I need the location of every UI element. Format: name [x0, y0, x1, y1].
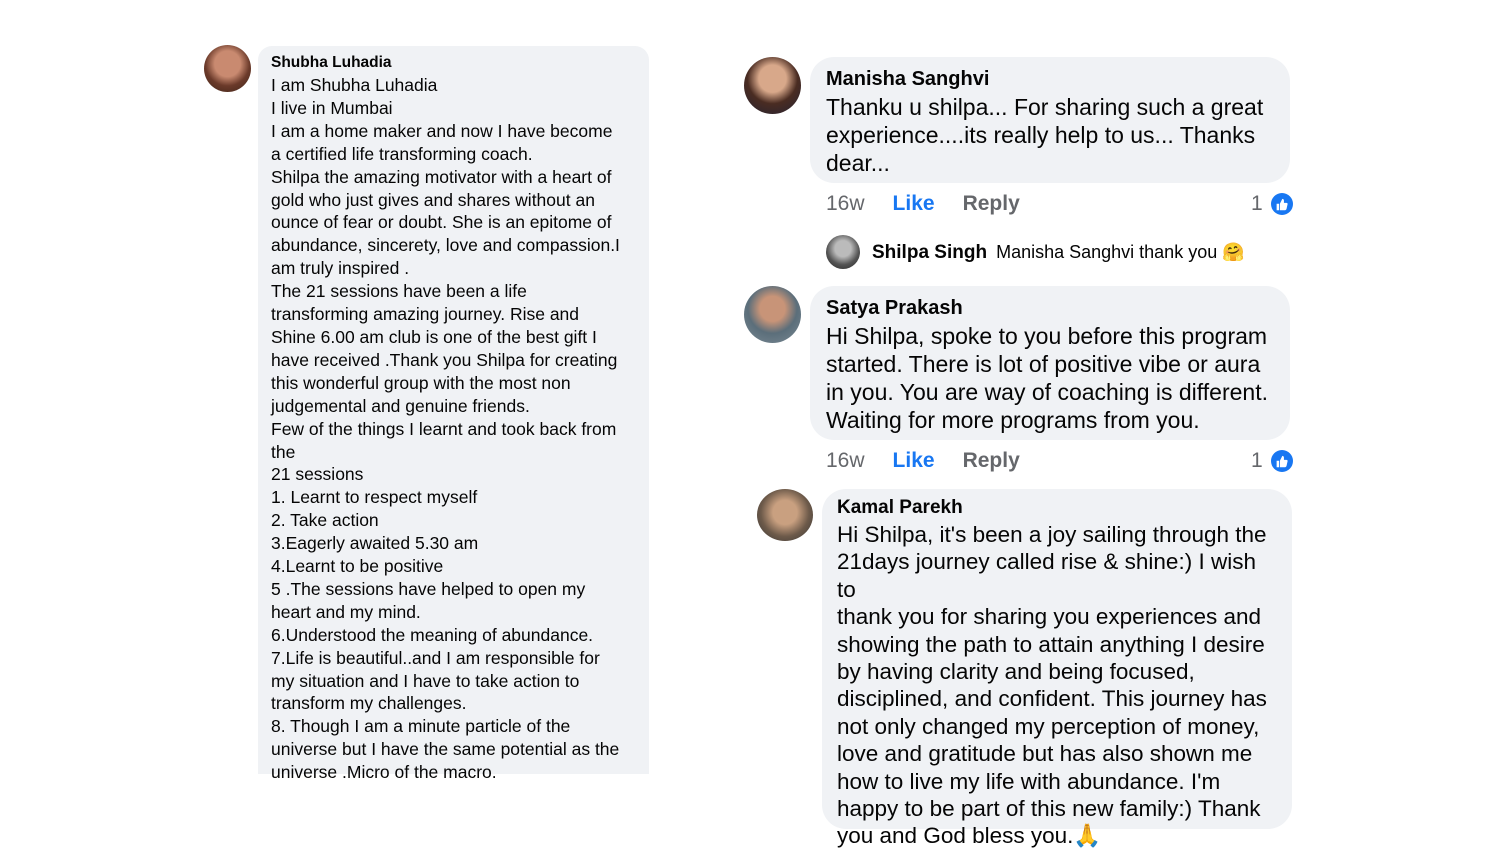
comment-text: I am Shubha Luhadia I live in Mumbai I a… — [271, 75, 620, 783]
avatar-satya[interactable] — [744, 286, 801, 343]
reply-button[interactable]: Reply — [963, 192, 1020, 216]
comment-author[interactable]: Satya Prakash — [826, 294, 1274, 322]
reaction-number: 1 — [1251, 192, 1263, 215]
thumbs-up-icon — [1270, 450, 1293, 472]
like-button[interactable]: Like — [893, 192, 935, 216]
comment-text: Hi Shilpa, spoke to you before this prog… — [826, 323, 1268, 433]
comment-bubble-manisha: Manisha Sanghvi Thanku u shilpa... For s… — [810, 57, 1290, 183]
comment-text: Hi Shilpa, it's been a joy sailing throu… — [837, 522, 1267, 849]
reaction-count-satya[interactable]: 1 — [1251, 449, 1293, 473]
reply-author[interactable]: Shilpa Singh — [872, 242, 987, 263]
comment-author[interactable]: Kamal Parekh — [837, 495, 1277, 521]
avatar-shubha[interactable] — [204, 45, 251, 92]
reaction-number: 1 — [1251, 449, 1263, 472]
comment-bubble-shubha: Shubha Luhadia I am Shubha Luhadia I liv… — [258, 46, 649, 782]
avatar-manisha[interactable] — [744, 57, 801, 114]
comment-timestamp[interactable]: 16w — [826, 449, 865, 473]
avatar-shilpa[interactable] — [826, 235, 860, 269]
comment-actions-manisha: 16w Like Reply — [826, 192, 1020, 216]
comment-bubble-kamal: Kamal Parekh Hi Shilpa, it's been a joy … — [822, 489, 1292, 848]
thumbs-up-icon — [1270, 193, 1293, 215]
reaction-count-manisha[interactable]: 1 — [1251, 192, 1293, 216]
comment-actions-satya: 16w Like Reply — [826, 449, 1020, 473]
comment-author[interactable]: Manisha Sanghvi — [826, 65, 1274, 93]
reply-button[interactable]: Reply — [963, 449, 1020, 473]
like-button[interactable]: Like — [893, 449, 935, 473]
comment-text: Thanku u shilpa... For sharing such a gr… — [826, 94, 1264, 176]
avatar-kamal[interactable] — [757, 489, 813, 541]
comment-timestamp[interactable]: 16w — [826, 192, 865, 216]
reply-text: Manisha Sanghvi thank you 🤗 — [996, 242, 1245, 262]
comment-bubble-satya: Satya Prakash Hi Shilpa, spoke to you be… — [810, 286, 1290, 440]
comment-author[interactable]: Shubha Luhadia — [271, 52, 636, 74]
reply-shilpa: Shilpa Singh Manisha Sanghvi thank you 🤗 — [872, 240, 1245, 265]
